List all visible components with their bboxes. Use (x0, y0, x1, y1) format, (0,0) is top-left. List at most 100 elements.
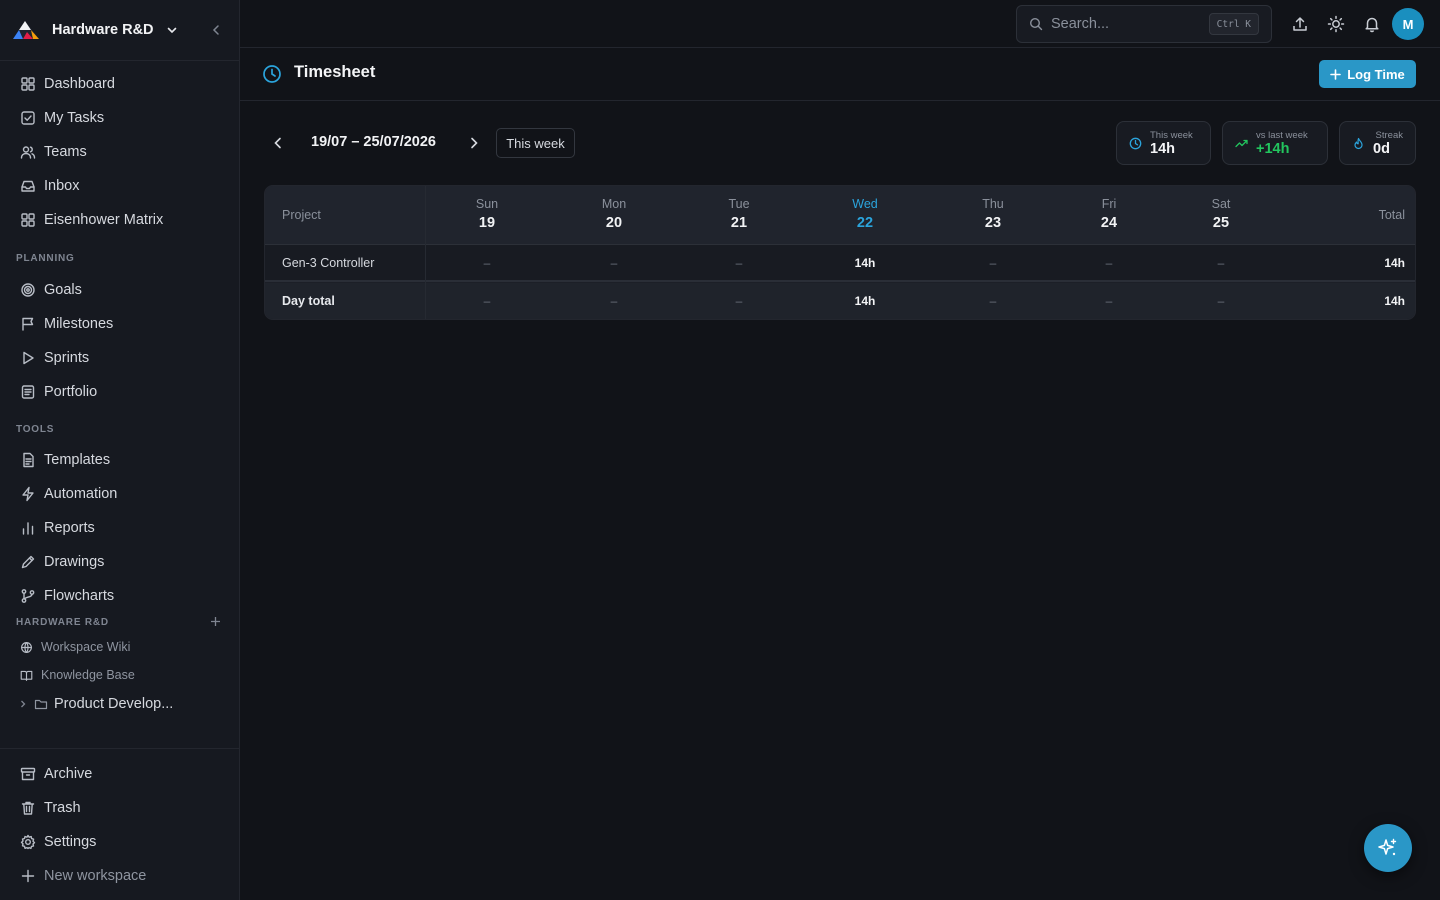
archive-icon (20, 766, 36, 782)
sidebar-item-new-workspace[interactable]: New workspace (10, 860, 230, 892)
sidebar-item-portfolio[interactable]: Portfolio (10, 376, 230, 408)
day-number: 21 (730, 215, 748, 231)
table-cell: – (989, 294, 997, 308)
lightning-icon (20, 486, 36, 502)
folder-label: Product Develop... (54, 696, 174, 712)
table-cell[interactable]: – (709, 256, 769, 270)
sidebar-item-teams[interactable]: Teams (10, 136, 230, 168)
sidebar-item-label: Knowledge Base (41, 668, 135, 682)
stat-value: 0d (1373, 141, 1390, 157)
table-cell: – (483, 294, 491, 308)
table-cell[interactable]: – (457, 256, 517, 270)
sidebar-item-label: New workspace (44, 868, 147, 884)
sidebar-item-trash[interactable]: Trash (10, 792, 230, 824)
sidebar-item-label: Drawings (44, 554, 105, 570)
folder-product-development[interactable]: Product Develop... (10, 688, 230, 720)
stat-label: Streak (1375, 130, 1403, 141)
sidebar-item-sprints[interactable]: Sprints (10, 342, 230, 374)
sidebar-item-workspace-wiki[interactable]: Workspace Wiki (10, 634, 230, 660)
sidebar-item-label: Templates (44, 452, 111, 468)
stat-label: vs last week (1256, 130, 1308, 141)
column-header-sun: Sun 19 (457, 197, 517, 232)
table-row[interactable]: Gen-3 Controller 14h – – –14h – – – (265, 245, 1415, 282)
sidebar-item-automation[interactable]: Automation (10, 478, 230, 510)
avatar[interactable]: M (1392, 8, 1424, 40)
week-range: 19/07 – 25/07/2026 (311, 134, 436, 150)
sidebar-item-archive[interactable]: Archive (10, 758, 230, 790)
sidebar-item-label: My Tasks (44, 110, 105, 126)
sidebar-item-goals[interactable]: Goals (10, 274, 230, 306)
folder-icon (34, 697, 48, 711)
day-number: 24 (1100, 215, 1118, 231)
ai-assistant-button[interactable] (1364, 824, 1412, 872)
sidebar-item-settings[interactable]: Settings (10, 826, 230, 858)
sidebar-item-inbox[interactable]: Inbox (10, 170, 230, 202)
sidebar-item-dashboard[interactable]: Dashboard (10, 68, 230, 100)
flame-icon (1352, 137, 1365, 150)
section-workspace: HARDWARE R&D (16, 617, 109, 628)
sidebar-item-my-tasks[interactable]: My Tasks (10, 102, 230, 134)
search-icon (1029, 17, 1043, 31)
section-planning: PLANNING (16, 253, 75, 264)
sidebar-item-eisenhower-matrix[interactable]: Eisenhower Matrix (10, 204, 230, 236)
log-time-button[interactable]: Log Time (1319, 60, 1416, 88)
sidebar-item-knowledge-base[interactable]: Knowledge Base (10, 662, 230, 688)
column-header-wed: Wed 22 (835, 197, 895, 232)
workspace-logo (11, 15, 41, 45)
table-cell[interactable]: – (1191, 256, 1251, 270)
add-page-icon[interactable] (210, 616, 221, 627)
page-header: Timesheet Log Time (240, 48, 1440, 101)
collapse-sidebar-icon[interactable] (211, 23, 221, 37)
previous-week-button[interactable] (270, 135, 286, 151)
table-row-day-total: Day total 14h – – –14h – – – (265, 283, 1415, 319)
this-week-button[interactable]: This week (496, 128, 575, 158)
sun-icon[interactable] (1327, 15, 1345, 33)
column-header-fri: Fri 24 (1079, 197, 1139, 232)
column-header-sat: Sat 25 (1191, 197, 1251, 232)
timesheet-table: Project Sun 19 Mon 20 Tue 21 Wed 22 Thu 23 Fri 24 Sa… (264, 185, 1416, 320)
day-number: 23 (984, 215, 1002, 231)
table-cell[interactable]: – (584, 256, 644, 270)
sidebar-item-label: Goals (44, 282, 82, 298)
table-header: Project Sun 19 Mon 20 Tue 21 Wed 22 Thu 23 Fri 24 Sa… (265, 186, 1415, 245)
sidebar-item-label: Trash (44, 800, 81, 816)
day-number: 25 (1212, 215, 1230, 231)
upload-icon[interactable] (1291, 15, 1309, 33)
workspace-switcher[interactable]: Hardware R&D (0, 0, 239, 61)
sidebar-item-label: Settings (44, 834, 97, 850)
column-header-thu: Thu 23 (963, 197, 1023, 232)
plus-icon (20, 868, 36, 884)
sidebar-item-label: Teams (44, 144, 87, 160)
document-icon (20, 452, 36, 468)
sidebar-item-flowcharts[interactable]: Flowcharts (10, 580, 230, 612)
gear-icon (20, 834, 36, 850)
stat-this-week: This week 14h (1116, 121, 1211, 165)
bell-icon[interactable] (1363, 15, 1381, 33)
search-shortcut: Ctrl K (1208, 13, 1259, 35)
next-week-button[interactable] (466, 135, 482, 151)
sidebar-item-label: Workspace Wiki (41, 640, 131, 654)
sidebar-item-milestones[interactable]: Milestones (10, 308, 230, 340)
table-cell[interactable]: – (963, 256, 1023, 270)
section-tools: TOOLS (16, 424, 55, 435)
table-cell[interactable]: – (1079, 256, 1139, 270)
table-cell[interactable]: 14h (835, 256, 895, 270)
day-of-week: Mon (601, 197, 627, 211)
sidebar-item-label: Flowcharts (44, 588, 115, 604)
stat-value: 14h (1150, 141, 1175, 157)
book-icon (20, 669, 33, 682)
trend-up-icon (1235, 137, 1248, 150)
chevron-right-icon (18, 699, 28, 709)
search-placeholder: Search... (1051, 16, 1110, 32)
sidebar-item-label: Portfolio (44, 384, 98, 400)
table-cell: – (610, 294, 618, 308)
table-cell: 14h (854, 294, 876, 308)
sidebar-item-label: Sprints (44, 350, 90, 366)
search-input[interactable]: Search... Ctrl K (1016, 5, 1272, 43)
checkbox-icon (20, 110, 36, 126)
sidebar-item-drawings[interactable]: Drawings (10, 546, 230, 578)
sidebar-item-templates[interactable]: Templates (10, 444, 230, 476)
day-of-week: Thu (982, 197, 1004, 211)
stat-label: This week (1150, 130, 1193, 141)
sidebar-item-reports[interactable]: Reports (10, 512, 230, 544)
